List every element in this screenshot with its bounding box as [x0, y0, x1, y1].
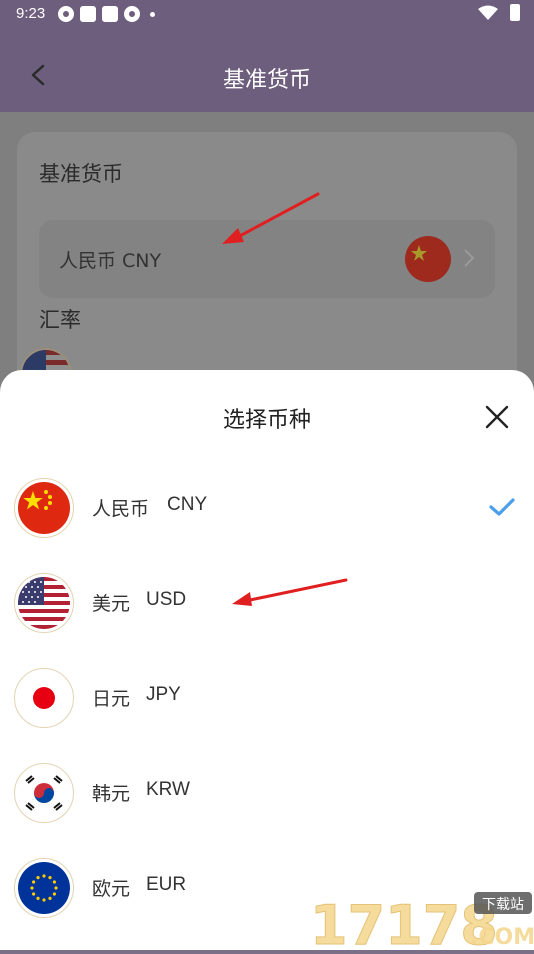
currency-code: EUR — [146, 874, 187, 895]
flag-ring — [14, 478, 74, 538]
watermark-badge: 下载站 — [482, 897, 524, 913]
app-notification-icon — [124, 6, 140, 22]
flag-ring — [14, 573, 74, 633]
wifi-icon — [478, 5, 498, 20]
status-time: 9:23 — [16, 5, 46, 22]
watermark-logo-icon: 17178 下载站 .COM — [310, 892, 534, 954]
base-currency-section-title: 基准货币 — [39, 162, 123, 186]
flag-ring — [14, 668, 74, 728]
eu-flag-icon — [18, 862, 70, 914]
exchange-rate-section-title: 汇率 — [39, 308, 81, 332]
currency-name: 美元 — [92, 593, 131, 615]
chevron-right-icon — [464, 249, 475, 267]
currency-item-jpy[interactable]: 日元 JPY — [0, 656, 534, 751]
page-title: 基准货币 — [222, 68, 311, 93]
currency-name: 日元 — [92, 688, 131, 710]
site-watermark: 17178 下载站 .COM — [306, 884, 534, 954]
app-header: 基准货币 — [0, 28, 534, 112]
sheet-title: 选择币种 — [222, 408, 311, 433]
currency-item-cny[interactable]: 人民币 CNY — [0, 466, 534, 561]
china-flag-icon — [405, 236, 451, 282]
flag-ring — [14, 858, 74, 918]
app-notification-icon — [80, 6, 96, 22]
currency-name: 人民币 — [92, 498, 150, 520]
checkmark-icon — [489, 498, 515, 516]
currency-code: CNY — [167, 494, 208, 515]
watermark-suffix: .COM — [470, 925, 534, 950]
currency-name: 韩元 — [92, 783, 131, 805]
currency-picker-sheet: 选择币种 人民币 CNY 美元 USD 日元 JPY 韩元 KRW 欧元 EUR — [0, 370, 534, 950]
currency-item-krw[interactable]: 韩元 KRW — [0, 751, 534, 846]
currency-name: 欧元 — [92, 878, 131, 900]
app-notification-icon — [102, 6, 118, 22]
currency-item-usd[interactable]: 美元 USD — [0, 561, 534, 656]
currency-code: USD — [146, 589, 187, 610]
currency-code: JPY — [146, 684, 181, 705]
base-currency-selector[interactable]: 人民币 CNY — [39, 220, 495, 298]
app-notification-icon — [58, 6, 74, 22]
south-korea-flag-icon — [18, 767, 70, 819]
china-flag-icon — [18, 482, 70, 534]
status-notification-icons — [58, 6, 155, 22]
battery-icon — [510, 4, 520, 21]
close-icon[interactable] — [484, 404, 510, 430]
more-notifications-dot-icon — [150, 11, 155, 17]
status-bar: 9:23 — [0, 0, 534, 28]
base-currency-card: 基准货币 人民币 CNY 汇率 — [17, 132, 517, 392]
base-currency-value: 人民币 CNY — [59, 250, 162, 272]
usa-flag-icon — [18, 577, 70, 629]
japan-flag-icon — [18, 672, 70, 724]
currency-code: KRW — [146, 779, 190, 800]
flag-ring — [14, 763, 74, 823]
